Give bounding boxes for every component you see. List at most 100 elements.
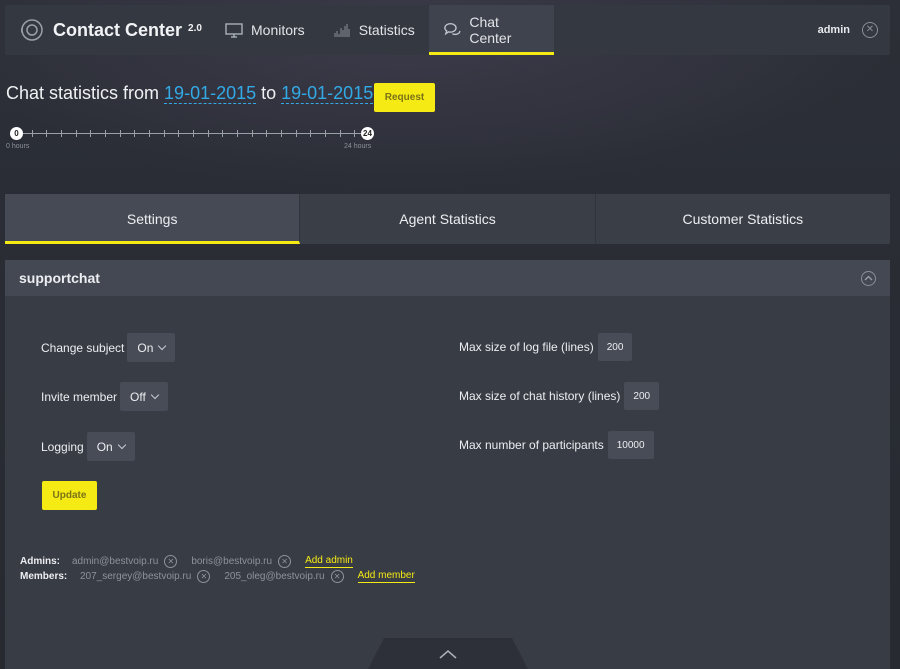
slider-hour-tick — [105, 130, 106, 137]
user-area: admin ✕ — [818, 22, 890, 38]
slider-end-label: 24 hours — [344, 143, 372, 150]
remove-member-icon[interactable]: ✕ — [330, 570, 344, 583]
nav-statistics[interactable]: Statistics — [319, 5, 429, 55]
slider-hour-tick — [75, 130, 77, 137]
invite-member-label: Invite member — [41, 389, 118, 404]
statistics-tabs: Settings Agent Statistics Customer Stati… — [5, 194, 890, 244]
max-participants-label: Max number of participants — [459, 438, 604, 452]
admins-row: Admins: admin@bestvoip.ru ✕ boris@bestvo… — [20, 555, 353, 568]
nav-chat-center-label: Chat Center — [469, 14, 512, 46]
chevron-down-icon — [117, 440, 126, 449]
slider-hour-tick — [119, 130, 121, 137]
slider-end-handle[interactable]: 24 — [361, 127, 374, 140]
slider-hour-tick — [149, 130, 150, 137]
slider-hour-tick — [339, 130, 341, 137]
hours-range-slider[interactable]: 0 24 0 hours 24 hours — [6, 127, 378, 155]
slider-hour-tick — [266, 130, 268, 137]
max-history-size-input[interactable]: 200 — [624, 382, 660, 410]
max-participants-input[interactable]: 10000 — [607, 431, 654, 459]
slider-start-label: 0 hours — [6, 143, 30, 150]
slider-hour-tick — [281, 130, 282, 137]
slider-hour-tick — [354, 130, 356, 137]
members-row: Members: 207_sergey@bestvoip.ru ✕ 205_ol… — [20, 570, 415, 583]
update-button[interactable]: Update — [42, 481, 97, 510]
panel-header: supportchat — [5, 260, 890, 296]
slider-start-handle[interactable]: 0 — [10, 127, 23, 140]
admin-email: boris@bestvoip.ru — [191, 556, 273, 567]
slider-hour-tick — [222, 130, 224, 137]
slider-hour-tick — [90, 130, 92, 137]
add-member-link[interactable]: Add member — [357, 570, 415, 583]
max-history-size-label: Max size of chat history (lines) — [459, 389, 621, 403]
slider-hour-tick — [178, 130, 180, 137]
slider-hour-tick — [310, 130, 312, 137]
change-subject-label: Change subject — [41, 340, 125, 355]
stats-prefix: Chat statistics from — [6, 83, 160, 103]
logout-close-icon[interactable]: ✕ — [862, 22, 878, 38]
nav-monitors-label: Monitors — [251, 22, 305, 38]
nav-statistics-label: Statistics — [358, 22, 415, 38]
remove-member-icon[interactable]: ✕ — [197, 570, 211, 583]
slider-hour-tick — [134, 130, 136, 137]
headset-icon — [20, 19, 43, 41]
logging-label: Logging — [41, 439, 84, 454]
change-subject-row: Change subject On — [41, 333, 176, 362]
request-button[interactable]: Request — [374, 83, 435, 112]
slider-hour-tick — [237, 130, 238, 137]
tab-customer-statistics[interactable]: Customer Statistics — [595, 194, 890, 244]
tab-agent-statistics[interactable]: Agent Statistics — [300, 194, 596, 244]
slider-hour-tick — [295, 130, 297, 137]
logging-value: On — [96, 439, 113, 454]
invite-member-select[interactable]: Off — [120, 382, 168, 411]
chevron-up-icon — [439, 649, 457, 659]
slider-hour-tick — [251, 130, 253, 137]
app-title: Contact Center — [53, 19, 183, 40]
change-subject-select[interactable]: On — [127, 333, 176, 362]
tab-settings[interactable]: Settings — [5, 194, 301, 244]
user-name[interactable]: admin — [818, 24, 850, 36]
add-admin-link[interactable]: Add admin — [305, 555, 353, 568]
bar-chart-icon — [334, 23, 350, 37]
stats-connector: to — [261, 83, 277, 103]
slider-hour-tick — [46, 130, 48, 137]
slider-hour-tick — [325, 130, 326, 137]
change-subject-value: On — [137, 340, 154, 355]
max-log-size-label: Max size of log file (lines) — [459, 340, 594, 354]
chat-room-panel: supportchat Change subject On Invite mem… — [5, 260, 890, 669]
max-log-size-row: Max size of log file (lines) 200 — [459, 333, 633, 361]
collapse-chevron-up-icon[interactable] — [861, 270, 876, 286]
stats-period-title: Chat statistics from 19-01-2015 to 19-01… — [6, 83, 378, 104]
max-history-size-row: Max size of chat history (lines) 200 — [459, 382, 660, 410]
chevron-down-icon — [150, 390, 160, 399]
member-email: 207_sergey@bestvoip.ru — [80, 571, 192, 582]
member-email: 205_oleg@bestvoip.ru — [224, 571, 325, 582]
chat-bubbles-icon — [443, 23, 461, 36]
members-label: Members: — [20, 571, 68, 582]
invite-member-row: Invite member Off — [41, 382, 168, 411]
monitor-icon — [225, 22, 243, 38]
slider-hour-tick — [163, 130, 165, 137]
admins-label: Admins: — [20, 556, 60, 567]
admin-email: admin@bestvoip.ru — [72, 556, 159, 567]
remove-admin-icon[interactable]: ✕ — [164, 555, 178, 568]
slider-hour-tick — [61, 130, 62, 137]
slider-hour-tick — [193, 130, 194, 137]
logging-select[interactable]: On — [86, 432, 135, 461]
app-version: 2.0 — [188, 22, 202, 34]
date-from-link[interactable]: 19-01-2015 — [164, 83, 257, 104]
panel-title: supportchat — [19, 270, 100, 286]
logging-row: Logging On — [41, 432, 135, 461]
nav-chat-center[interactable]: Chat Center — [428, 5, 554, 55]
max-log-size-input[interactable]: 200 — [597, 333, 633, 361]
slider-hour-tick — [31, 130, 33, 137]
slider-hour-tick — [207, 130, 209, 137]
remove-admin-icon[interactable]: ✕ — [278, 555, 292, 568]
top-navigation-bar: Contact Center 2.0 Monitors Statistics C… — [5, 5, 890, 55]
date-to-link[interactable]: 19-01-2015 — [281, 83, 374, 104]
app-logo[interactable]: Contact Center 2.0 — [5, 5, 211, 55]
chevron-down-icon — [158, 341, 167, 350]
max-participants-row: Max number of participants 10000 — [459, 431, 654, 459]
nav-monitors[interactable]: Monitors — [211, 5, 319, 55]
invite-member-value: Off — [130, 389, 146, 404]
scroll-up-tab[interactable] — [368, 638, 528, 669]
